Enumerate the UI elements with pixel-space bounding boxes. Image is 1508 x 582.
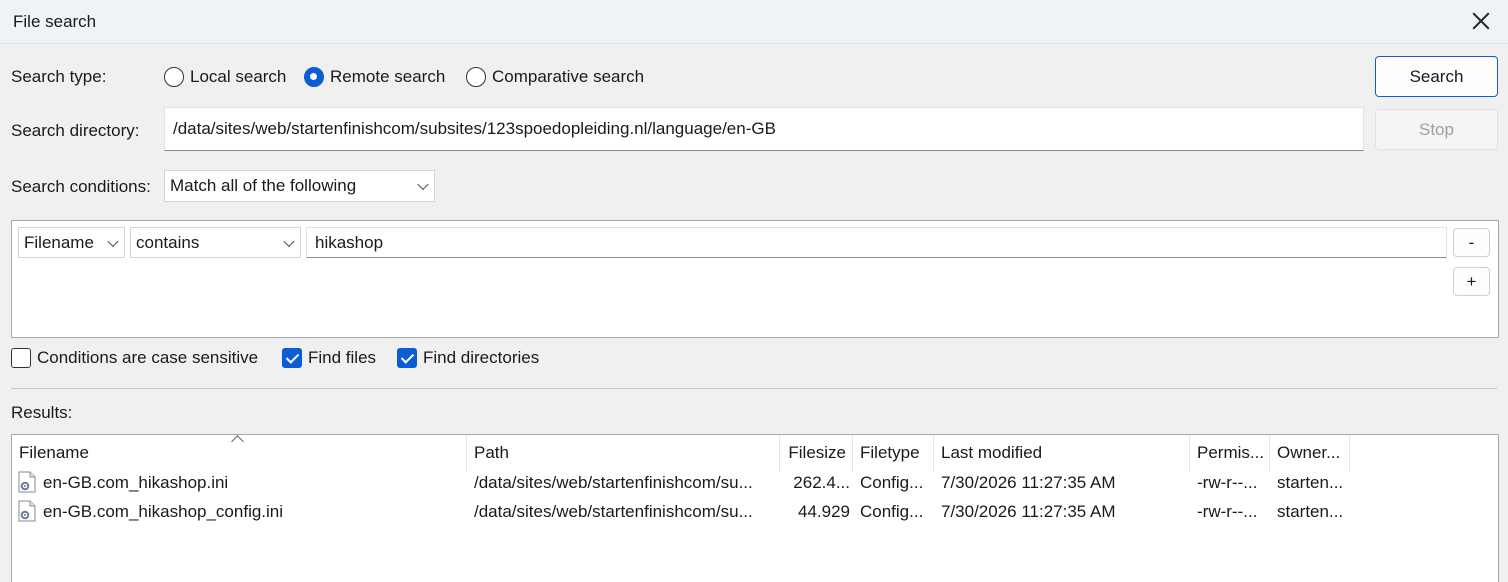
cell-owner: starten... (1277, 472, 1344, 492)
results-list[interactable]: Filename Path Filesize Filetype Last mod… (11, 434, 1499, 582)
close-icon[interactable] (1468, 8, 1494, 34)
radio-local-search[interactable]: Local search (164, 66, 286, 88)
cell-filename: en-GB.com_hikashop.ini (43, 472, 229, 492)
condition-value-input[interactable]: hikashop (306, 227, 1447, 258)
find-directories-box[interactable] (397, 348, 417, 368)
column-header-permissions[interactable]: Permis... (1190, 435, 1270, 471)
chevron-down-icon (417, 178, 429, 191)
table-row[interactable]: en-GB.com_hikashop.ini /data/sites/web/s… (12, 468, 1350, 497)
column-header-filename-text: Filename (19, 443, 89, 462)
config-file-icon (18, 500, 36, 522)
search-conditions-select[interactable]: Match all of the following (164, 170, 435, 202)
find-directories-label: Find directories (423, 348, 540, 367)
find-files-box[interactable] (282, 348, 302, 368)
column-header-filetype-text: Filetype (860, 443, 920, 462)
results-label: Results: (11, 403, 73, 422)
cell-path: /data/sites/web/startenfinishcom/su... (474, 472, 753, 492)
column-header-permissions-text: Permis... (1197, 443, 1265, 462)
radio-remote-search-indicator[interactable] (304, 67, 324, 87)
radio-comparative-search-label: Comparative search (492, 67, 645, 86)
column-header-last-modified[interactable]: Last modified (934, 435, 1190, 471)
radio-remote-search[interactable]: Remote search (304, 66, 445, 88)
column-header-owner[interactable]: Owner... (1270, 435, 1350, 471)
table-row[interactable]: en-GB.com_hikashop_config.ini /data/site… (12, 497, 1350, 526)
cell-permissions: -rw-r--... (1197, 472, 1258, 492)
radio-comparative-search-indicator[interactable] (466, 67, 486, 87)
condition-field-select[interactable]: Filename (18, 227, 125, 258)
add-condition-button[interactable]: + (1453, 267, 1490, 296)
search-button[interactable]: Search (1375, 56, 1498, 97)
conditions-panel: Filename contains hikashop - + (11, 220, 1499, 338)
cell-filetype: Config... (860, 501, 924, 521)
chevron-down-icon (283, 235, 295, 247)
condition-operator-value: contains (136, 232, 200, 252)
cell-filesize: 44.929 (798, 501, 850, 521)
radio-local-search-label: Local search (190, 67, 287, 86)
config-file-icon (18, 471, 36, 493)
window-title: File search (13, 12, 97, 31)
separator (11, 388, 1497, 389)
search-conditions-value: Match all of the following (170, 176, 357, 195)
sort-ascending-icon (231, 435, 244, 448)
column-header-path-text: Path (474, 443, 509, 462)
radio-remote-search-label: Remote search (330, 67, 446, 86)
condition-field-value: Filename (24, 232, 94, 252)
column-header-filetype[interactable]: Filetype (853, 435, 934, 471)
cell-last-modified: 7/30/2026 11:27:35 AM (941, 472, 1116, 492)
find-directories-checkbox[interactable]: Find directories (397, 347, 539, 369)
condition-operator-select[interactable]: contains (130, 227, 301, 258)
search-conditions-label: Search conditions: (11, 177, 151, 196)
cell-permissions: -rw-r--... (1197, 501, 1258, 521)
radio-local-search-indicator[interactable] (164, 67, 184, 87)
column-header-filesize-text: Filesize (788, 443, 846, 462)
search-type-label: Search type: (11, 67, 107, 86)
case-sensitive-checkbox[interactable]: Conditions are case sensitive (11, 347, 258, 369)
cell-filename: en-GB.com_hikashop_config.ini (43, 501, 284, 521)
chevron-down-icon (107, 235, 119, 247)
cell-filetype: Config... (860, 472, 924, 492)
column-header-filename[interactable]: Filename (12, 435, 467, 471)
case-sensitive-label: Conditions are case sensitive (37, 348, 259, 367)
cell-filesize: 262.4... (793, 472, 850, 492)
search-directory-input[interactable]: /data/sites/web/startenfinishcom/subsite… (164, 107, 1364, 151)
cell-last-modified: 7/30/2026 11:27:35 AM (941, 501, 1116, 521)
find-files-checkbox[interactable]: Find files (282, 347, 376, 369)
column-header-owner-text: Owner... (1277, 443, 1341, 462)
search-directory-label: Search directory: (11, 121, 140, 140)
case-sensitive-box[interactable] (11, 348, 31, 368)
column-header-path[interactable]: Path (467, 435, 780, 471)
cell-owner: starten... (1277, 501, 1344, 521)
stop-button[interactable]: Stop (1375, 109, 1498, 150)
column-header-last-modified-text: Last modified (941, 443, 1043, 462)
column-header-filesize[interactable]: Filesize (780, 435, 853, 471)
remove-condition-button[interactable]: - (1453, 228, 1490, 257)
title-bar: File search (0, 0, 1508, 44)
cell-path: /data/sites/web/startenfinishcom/su... (474, 501, 753, 521)
radio-comparative-search[interactable]: Comparative search (466, 66, 644, 88)
find-files-label: Find files (308, 348, 377, 367)
